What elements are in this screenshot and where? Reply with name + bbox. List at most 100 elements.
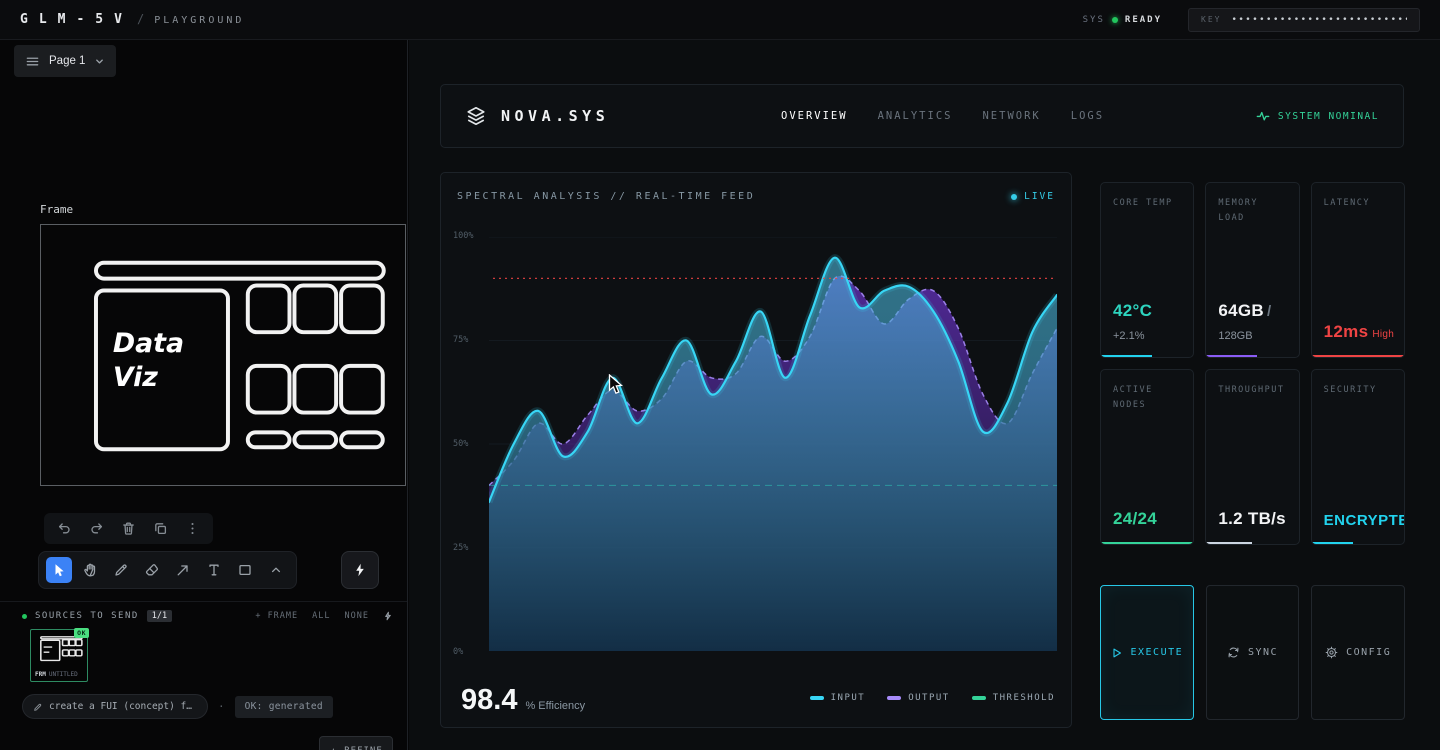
app-subtitle: PLAYGROUND — [154, 15, 244, 26]
actions-row: EXECUTE SYNC CONFIG — [1100, 585, 1405, 720]
legend-swatch-output — [887, 696, 901, 700]
prompt-bar: · OK: generated — [22, 694, 333, 719]
stat-accent-bar — [1101, 355, 1152, 357]
panel-divider — [0, 601, 407, 602]
undo-button[interactable] — [57, 521, 72, 536]
stat-accent-bar — [1312, 542, 1354, 544]
key-masked-value: •••••••••••••••••••••••••• — [1231, 15, 1407, 25]
select-tool-button[interactable] — [46, 557, 72, 583]
y-tick: 50% — [453, 439, 473, 449]
eraser-tool-button[interactable] — [139, 557, 165, 583]
system-status: SYS READY — [1083, 15, 1162, 25]
prompt-pill[interactable] — [22, 694, 208, 719]
collapse-toolbar-button[interactable] — [263, 557, 289, 583]
stat-value: 12ms — [1324, 322, 1369, 341]
stat-value: ENCRYPTED — [1324, 512, 1405, 529]
tab-analytics[interactable]: ANALYTICS — [878, 110, 953, 122]
hamburger-icon — [25, 54, 40, 69]
sys-ready-label: READY — [1125, 15, 1162, 25]
system-nominal-label: SYSTEM NOMINAL — [1278, 111, 1379, 122]
frame-thumbnail[interactable]: FRM UNTITLED OK — [30, 629, 88, 682]
stat-label: CORE TEMP — [1113, 196, 1179, 211]
stats-grid: CORE TEMP 42°C +2.1% MEMORY LOAD 64GB/ 1… — [1100, 182, 1405, 545]
page-selector[interactable]: Page 1 — [14, 45, 116, 77]
chart-title: SPECTRAL ANALYSIS // REAL-TIME FEED — [457, 191, 755, 202]
arrow-tool-button[interactable] — [170, 557, 196, 583]
legend-output: OUTPUT — [887, 693, 950, 703]
legend-swatch-input — [810, 696, 824, 700]
stat-sub: +2.1% — [1113, 330, 1152, 342]
stat-card-latency: LATENCY 12msHigh — [1311, 182, 1405, 358]
y-tick: 100% — [453, 231, 473, 241]
sources-count-badge: 1/1 — [147, 610, 172, 622]
generation-status-badge: OK: generated — [235, 696, 333, 718]
thumbnail-prefix: FRM — [35, 671, 46, 678]
canvas-frame[interactable]: Data Viz — [40, 224, 406, 486]
more-button[interactable] — [185, 521, 200, 536]
legend-input: INPUT — [810, 693, 866, 703]
refine-lightning-icon — [329, 747, 338, 750]
hand-tool-button[interactable] — [77, 557, 103, 583]
sources-bar: SOURCES TO SEND 1/1 + FRAME ALL NONE — [22, 610, 393, 622]
legend-label: OUTPUT — [908, 693, 950, 703]
mini-lightning-icon[interactable] — [383, 611, 393, 621]
stat-value: 64GB — [1218, 301, 1264, 320]
draw-toolbar — [38, 551, 297, 589]
efficiency-readout: 98.4 % Efficiency — [461, 684, 585, 717]
execute-label: EXECUTE — [1131, 647, 1184, 658]
layers-logo-icon — [465, 105, 487, 127]
stat-sub: 128GB — [1218, 330, 1271, 342]
config-button[interactable]: CONFIG — [1311, 585, 1405, 720]
rectangle-tool-button[interactable] — [232, 557, 258, 583]
pencil-tool-button[interactable] — [108, 557, 134, 583]
refine-label: REFINE — [344, 746, 383, 750]
spectral-chart — [489, 237, 1057, 651]
select-all-button[interactable]: ALL — [312, 611, 330, 621]
canvas-panel: Page 1 Frame — [0, 40, 408, 750]
y-tick: 25% — [453, 543, 473, 553]
screen: GLM-5V / PLAYGROUND SYS READY KEY ••••••… — [0, 0, 1440, 750]
text-tool-button[interactable] — [201, 557, 227, 583]
dashboard-header: NOVA.SYS OVERVIEW ANALYTICS NETWORK LOGS… — [440, 84, 1404, 148]
execute-button[interactable]: EXECUTE — [1100, 585, 1194, 720]
stat-value-suffix: High — [1372, 329, 1394, 340]
select-none-button[interactable]: NONE — [345, 611, 369, 621]
dashboard-preview: NOVA.SYS OVERVIEW ANALYTICS NETWORK LOGS… — [409, 40, 1440, 750]
stat-value: 24/24 — [1113, 509, 1157, 528]
spectral-chart-card: SPECTRAL ANALYSIS // REAL-TIME FEED LIVE… — [440, 172, 1072, 728]
legend-label: INPUT — [831, 693, 866, 703]
dashboard-nav: OVERVIEW ANALYTICS NETWORK LOGS — [781, 110, 1104, 122]
stat-card-active-nodes: ACTIVE NODES 24/24 — [1100, 369, 1194, 545]
tab-overview[interactable]: OVERVIEW — [781, 110, 848, 122]
wireframe-sketch: Data Viz — [41, 225, 405, 485]
app-title: GLM-5V — [20, 12, 133, 27]
redo-button[interactable] — [89, 521, 104, 536]
api-key-field[interactable]: KEY •••••••••••••••••••••••••• — [1188, 8, 1420, 32]
add-frame-button[interactable]: + FRAME — [255, 611, 298, 621]
tab-logs[interactable]: LOGS — [1071, 110, 1104, 122]
system-nominal-status: SYSTEM NOMINAL — [1256, 109, 1379, 123]
gear-icon — [1325, 646, 1338, 659]
live-dot-icon — [1011, 194, 1017, 200]
ai-generate-button[interactable] — [341, 551, 379, 589]
stat-accent-bar — [1206, 355, 1257, 357]
stat-accent-bar — [1206, 542, 1252, 544]
tab-network[interactable]: NETWORK — [982, 110, 1040, 122]
history-toolbar — [44, 513, 213, 544]
prompt-input[interactable] — [49, 701, 197, 712]
stat-value-suffix: / — [1267, 303, 1271, 320]
stat-card-throughput: THROUGHPUT 1.2 TB/s — [1205, 369, 1299, 545]
config-label: CONFIG — [1346, 647, 1391, 658]
duplicate-button[interactable] — [153, 521, 168, 536]
brand-title: NOVA.SYS — [501, 107, 609, 125]
delete-button[interactable] — [121, 521, 136, 536]
refine-button[interactable]: REFINE — [319, 736, 393, 750]
stat-accent-bar — [1101, 542, 1193, 544]
sync-button[interactable]: SYNC — [1206, 585, 1300, 720]
sketch-title-line2: Viz — [113, 362, 158, 393]
frame-label: Frame — [40, 203, 73, 216]
stat-label: LATENCY — [1324, 196, 1390, 211]
stat-label: ACTIVE NODES — [1113, 383, 1179, 413]
efficiency-unit: % Efficiency — [525, 700, 585, 712]
lightning-icon — [352, 562, 368, 578]
